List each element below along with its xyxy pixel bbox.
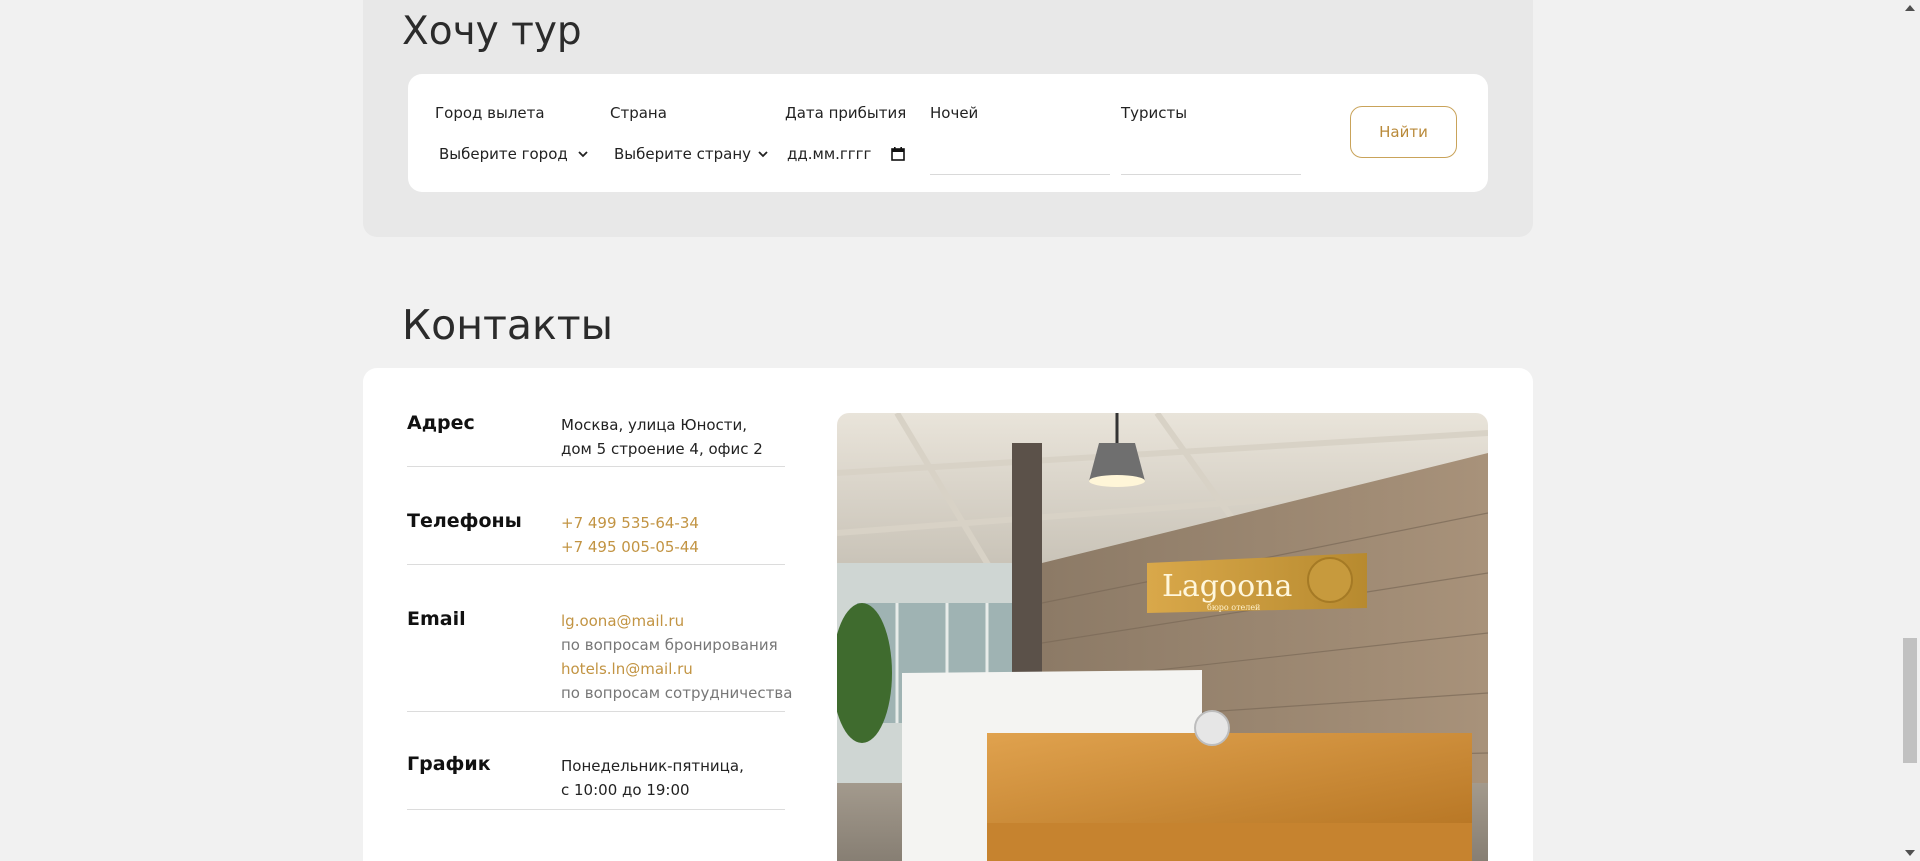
page-scrollbar[interactable] bbox=[1900, 0, 1920, 861]
sign-subtext: бюро отелей bbox=[1207, 603, 1260, 612]
arrival-date-input[interactable]: дд.мм.гггг bbox=[787, 140, 906, 168]
phones-values: +7 499 535-64-34 +7 495 005-05-44 bbox=[561, 511, 699, 559]
country-label: Страна bbox=[610, 104, 667, 122]
schedule-label: График bbox=[407, 753, 491, 775]
address-line: Москва, улица Юности, bbox=[561, 416, 748, 434]
scrollbar-thumb[interactable] bbox=[1903, 638, 1917, 763]
contacts-section-title: Контакты bbox=[402, 301, 614, 349]
schedule-values: Понедельник-пятница, с 10:00 до 19:00 bbox=[561, 754, 744, 802]
office-photo: Lagoona бюро отелей bbox=[837, 413, 1488, 861]
nights-field: Ночей bbox=[930, 104, 978, 122]
tourists-field: Туристы bbox=[1121, 104, 1187, 122]
arrival-date-field: Дата прибытия bbox=[785, 104, 906, 122]
country-select[interactable]: Выберите страну bbox=[614, 140, 769, 168]
find-button[interactable]: Найти bbox=[1350, 106, 1457, 158]
phones-label: Телефоны bbox=[407, 510, 522, 532]
chevron-down-icon bbox=[758, 151, 768, 158]
schedule-line: Понедельник-пятница, bbox=[561, 757, 744, 775]
country-field: Страна bbox=[610, 104, 667, 122]
email-values: lg.oona@mail.ru по вопросам бронирования… bbox=[561, 609, 792, 705]
address-line: дом 5 строение 4, офис 2 bbox=[561, 440, 763, 458]
office-reception-image: Lagoona бюро отелей bbox=[837, 413, 1488, 861]
scroll-up-arrow-icon[interactable] bbox=[1905, 5, 1915, 11]
tourists-label: Туристы bbox=[1121, 104, 1188, 122]
tour-search-form: Город вылета Выберите город Страна Выбер… bbox=[408, 74, 1488, 192]
email-link[interactable]: hotels.ln@mail.ru bbox=[561, 657, 792, 681]
departure-city-value: Выберите город bbox=[439, 145, 568, 163]
address-label: Адрес bbox=[407, 412, 475, 434]
phone-link[interactable]: +7 499 535-64-34 bbox=[561, 511, 699, 535]
contact-row-phones: Телефоны +7 499 535-64-34 +7 495 005-05-… bbox=[407, 509, 785, 565]
contacts-card: Адрес Москва, улица Юности, дом 5 строен… bbox=[363, 368, 1533, 861]
scroll-down-arrow-icon[interactable] bbox=[1905, 850, 1915, 856]
contact-row-address: Адрес Москва, улица Юности, дом 5 строен… bbox=[407, 411, 785, 467]
calendar-icon[interactable] bbox=[891, 147, 906, 161]
email-note: по вопросам сотрудничества bbox=[561, 684, 793, 702]
arrival-date-label: Дата прибытия bbox=[785, 104, 907, 122]
nights-input[interactable] bbox=[930, 140, 1110, 175]
country-value: Выберите страну bbox=[614, 145, 751, 163]
phone-link[interactable]: +7 495 005-05-44 bbox=[561, 535, 699, 559]
address-values: Москва, улица Юности, дом 5 строение 4, … bbox=[561, 413, 763, 461]
arrival-date-value: дд.мм.гггг bbox=[787, 145, 872, 163]
departure-city-label: Город вылета bbox=[435, 104, 545, 122]
contact-row-email: Email lg.oona@mail.ru по вопросам бронир… bbox=[407, 607, 792, 712]
nights-label: Ночей bbox=[930, 104, 979, 122]
sign-text: Lagoona bbox=[1162, 569, 1292, 604]
tourists-input[interactable] bbox=[1121, 140, 1301, 175]
departure-city-field: Город вылета bbox=[435, 104, 545, 122]
email-label: Email bbox=[407, 608, 466, 630]
email-link[interactable]: lg.oona@mail.ru bbox=[561, 609, 792, 633]
email-note: по вопросам бронирования bbox=[561, 636, 778, 654]
departure-city-select[interactable]: Выберите город bbox=[439, 140, 589, 168]
page: Хочу тур Город вылета Выберите город Стр… bbox=[0, 0, 1920, 861]
contact-row-schedule: График Понедельник-пятница, с 10:00 до 1… bbox=[407, 752, 785, 810]
chevron-down-icon bbox=[578, 151, 588, 158]
schedule-line: с 10:00 до 19:00 bbox=[561, 781, 690, 799]
tour-section-title: Хочу тур bbox=[402, 9, 582, 54]
